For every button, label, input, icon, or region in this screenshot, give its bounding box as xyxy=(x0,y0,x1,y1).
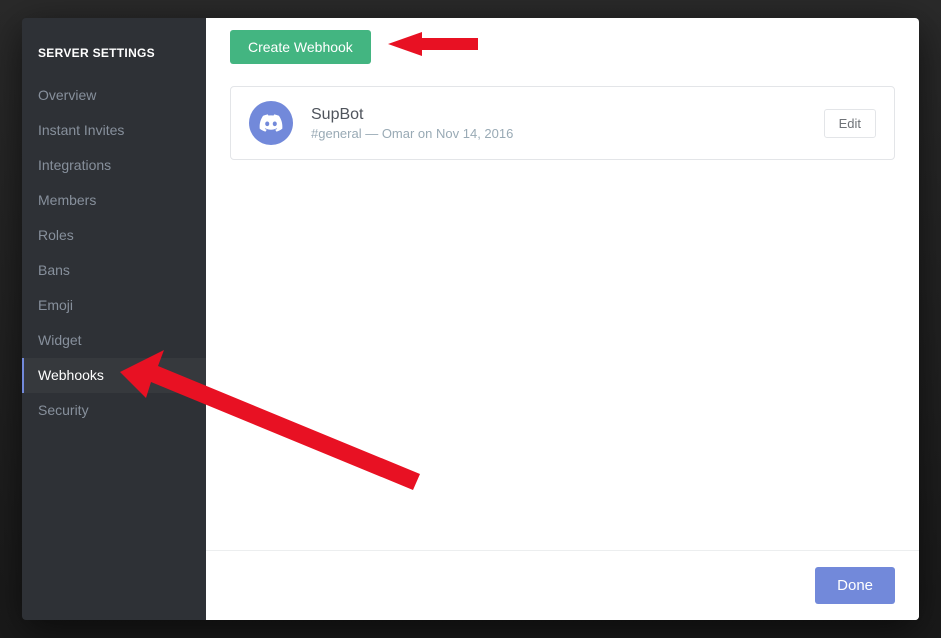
webhook-list-item: SupBot #general — Omar on Nov 14, 2016 E… xyxy=(230,86,895,160)
sidebar-item-emoji[interactable]: Emoji xyxy=(22,288,206,323)
sidebar-item-integrations[interactable]: Integrations xyxy=(22,148,206,183)
sidebar-item-widget[interactable]: Widget xyxy=(22,323,206,358)
sidebar-item-instant-invites[interactable]: Instant Invites xyxy=(22,113,206,148)
discord-icon xyxy=(258,110,284,136)
sidebar-header: SERVER SETTINGS xyxy=(22,46,206,78)
webhook-name: SupBot xyxy=(311,106,806,124)
done-button[interactable]: Done xyxy=(815,567,895,604)
webhook-info: SupBot #general — Omar on Nov 14, 2016 xyxy=(311,106,806,141)
sidebar-item-roles[interactable]: Roles xyxy=(22,218,206,253)
sidebar-item-overview[interactable]: Overview xyxy=(22,78,206,113)
sidebar-item-bans[interactable]: Bans xyxy=(22,253,206,288)
sidebar-item-members[interactable]: Members xyxy=(22,183,206,218)
sidebar-item-webhooks[interactable]: Webhooks xyxy=(22,358,206,393)
create-webhook-button[interactable]: Create Webhook xyxy=(230,30,371,64)
settings-sidebar: SERVER SETTINGS Overview Instant Invites… xyxy=(22,18,206,620)
content-body: Create Webhook SupBot #general — Omar on… xyxy=(206,18,919,550)
sidebar-item-security[interactable]: Security xyxy=(22,393,206,428)
edit-webhook-button[interactable]: Edit xyxy=(824,109,876,138)
webhook-avatar xyxy=(249,101,293,145)
webhook-meta: #general — Omar on Nov 14, 2016 xyxy=(311,126,806,141)
content-footer: Done xyxy=(206,550,919,620)
server-settings-modal: SERVER SETTINGS Overview Instant Invites… xyxy=(22,18,919,620)
content-pane: Create Webhook SupBot #general — Omar on… xyxy=(206,18,919,620)
